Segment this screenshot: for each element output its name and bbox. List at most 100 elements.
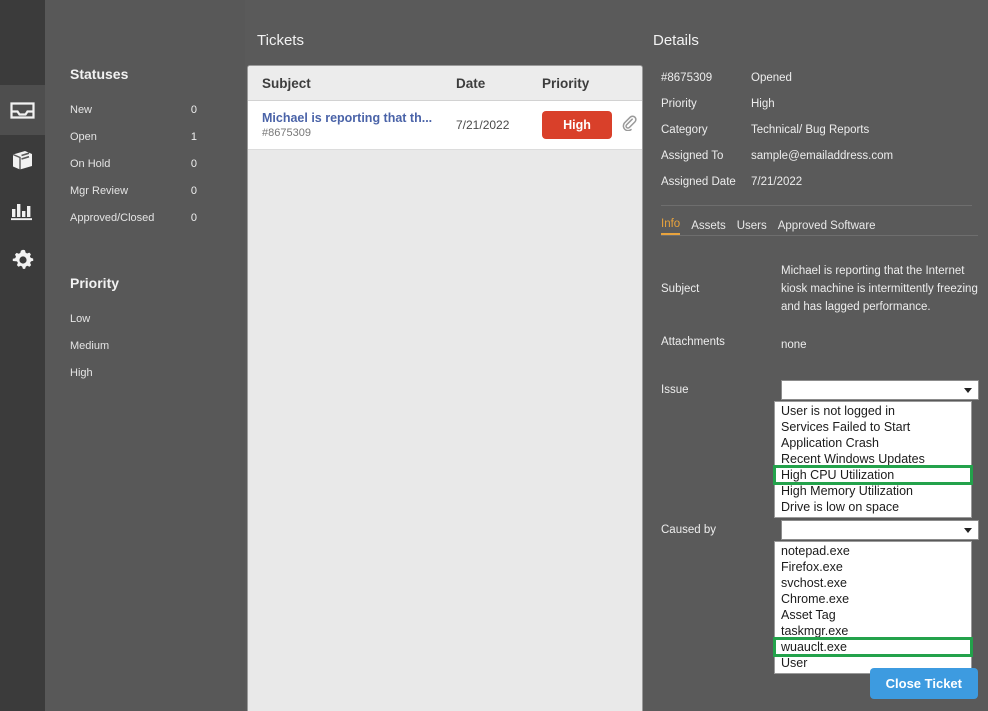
status-filter-new[interactable]: New 0 <box>45 96 245 123</box>
status-label: Approved/Closed <box>70 211 155 224</box>
meta-row-assigned-date: Assigned Date 7/21/2022 <box>661 169 988 195</box>
chevron-down-icon <box>964 388 972 393</box>
field-value: none <box>781 339 807 351</box>
field-attachments: Attachments none <box>661 336 988 354</box>
ticket-date: 7/21/2022 <box>456 118 510 132</box>
priority-filter-medium[interactable]: Medium <box>45 332 245 359</box>
gear-icon <box>11 248 35 272</box>
details-title: Details <box>653 32 699 49</box>
status-filter-approved-closed[interactable]: Approved/Closed 0 <box>45 204 245 231</box>
caused-by-option-highlighted[interactable]: wuauclt.exe <box>773 637 973 657</box>
tabs-divider <box>661 235 978 236</box>
caused-by-dropdown-group: Caused by notepad.exe Firefox.exe svchos… <box>645 520 979 674</box>
ticket-subject-cell[interactable]: Michael is reporting that th... #8675309 <box>248 110 456 141</box>
close-ticket-button[interactable]: Close Ticket <box>869 668 978 699</box>
tab-approved-software[interactable]: Approved Software <box>778 220 876 235</box>
status-filter-on-hold[interactable]: On Hold 0 <box>45 150 245 177</box>
column-header-priority: Priority <box>542 75 590 91</box>
status-count: 0 <box>190 184 197 197</box>
caused-by-option[interactable]: notepad.exe <box>775 543 971 559</box>
status-badge[interactable]: High <box>542 111 612 139</box>
ticket-subject-link[interactable]: Michael is reporting that th... <box>262 110 456 126</box>
issue-option[interactable]: Services Failed to Start <box>775 419 971 435</box>
paperclip-icon[interactable] <box>621 115 637 136</box>
priority-filter-low[interactable]: Low <box>45 305 245 332</box>
status-count: 0 <box>190 157 197 170</box>
caused-by-option[interactable]: svchost.exe <box>775 575 971 591</box>
meta-key: Assigned Date <box>661 176 736 188</box>
icon-rail <box>0 0 45 711</box>
field-value: Michael is reporting that the Internet k… <box>781 265 978 313</box>
statuses-heading: Statuses <box>70 66 129 82</box>
knowledge-base-icon <box>10 149 35 171</box>
issue-select[interactable] <box>781 380 979 400</box>
caused-by-option[interactable]: Asset Tag <box>775 607 971 623</box>
issue-option-list[interactable]: User is not logged in Services Failed to… <box>773 401 973 518</box>
status-count: 0 <box>190 211 197 224</box>
details-tabs: Info Assets Users Approved Software <box>661 218 988 235</box>
meta-key: #8675309 <box>661 72 713 84</box>
meta-key: Category <box>661 124 708 136</box>
issue-option-highlighted[interactable]: High CPU Utilization <box>773 465 973 485</box>
field-subject: Subject Michael is reporting that the In… <box>661 252 988 326</box>
meta-value: sample@emailaddress.com <box>751 150 894 162</box>
status-count: 1 <box>190 130 197 143</box>
chevron-down-icon <box>964 528 972 533</box>
issue-label: Issue <box>661 384 689 396</box>
caused-by-label: Caused by <box>661 524 716 536</box>
field-label: Attachments <box>661 336 725 348</box>
status-label: New <box>70 103 93 116</box>
ticket-meta: #8675309 Opened Priority High Category T… <box>661 65 988 195</box>
tab-info[interactable]: Info <box>661 218 681 235</box>
caused-by-option[interactable]: Chrome.exe <box>775 591 971 607</box>
issue-option[interactable]: Application Crash <box>775 435 971 451</box>
tickets-table-header: Subject Date Priority <box>248 66 642 101</box>
caused-by-option-list[interactable]: notepad.exe Firefox.exe svchost.exe Chro… <box>773 541 973 674</box>
meta-value: Technical/ Bug Reports <box>751 124 870 136</box>
status-label: On Hold <box>70 157 111 170</box>
meta-row-category: Category Technical/ Bug Reports <box>661 117 988 143</box>
status-filter-mgr-review[interactable]: Mgr Review 0 <box>45 177 245 204</box>
issue-option[interactable]: High Memory Utilization <box>775 483 971 499</box>
status-label: Open <box>70 130 97 143</box>
meta-key: Priority <box>661 98 697 110</box>
meta-value: High <box>751 98 775 110</box>
status-filter-open[interactable]: Open 1 <box>45 123 245 150</box>
inbox-icon <box>10 100 35 121</box>
details-divider <box>661 205 972 206</box>
tickets-panel: Subject Date Priority Michael is reporti… <box>247 65 643 711</box>
meta-key: Assigned To <box>661 150 724 162</box>
bar-chart-icon <box>10 200 35 221</box>
caused-by-option[interactable]: taskmgr.exe <box>775 623 971 639</box>
meta-value: 7/21/2022 <box>751 176 803 188</box>
rail-item-knowledge-base[interactable] <box>0 135 45 185</box>
issue-option[interactable]: User is not logged in <box>775 403 971 419</box>
ticket-id: #8675309 <box>262 126 311 139</box>
tickets-title: Tickets <box>257 32 304 49</box>
filters-panel: Statuses New 0 Open 1 On Hold 0 Mgr Revi… <box>45 0 245 711</box>
meta-row-assigned-to: Assigned To sample@emailaddress.com <box>661 143 988 169</box>
table-row[interactable]: Michael is reporting that th... #8675309… <box>248 101 642 150</box>
tab-users[interactable]: Users <box>737 220 767 235</box>
rail-item-settings[interactable] <box>0 235 45 285</box>
priority-filter-high[interactable]: High <box>45 359 245 386</box>
priority-heading: Priority <box>70 275 120 291</box>
rail-item-inbox[interactable] <box>0 85 45 135</box>
issue-option[interactable]: Drive is low on space <box>775 499 971 515</box>
status-count: 0 <box>190 103 197 116</box>
issue-option[interactable]: Recent Windows Updates <box>775 451 971 467</box>
status-label: Mgr Review <box>70 184 129 197</box>
caused-by-select[interactable] <box>781 520 979 540</box>
ticket-priority-cell: High <box>542 111 642 139</box>
tab-assets[interactable]: Assets <box>691 220 726 235</box>
column-header-subject: Subject <box>262 75 311 91</box>
rail-item-reports[interactable] <box>0 185 45 235</box>
column-header-date: Date <box>456 75 486 91</box>
meta-row-ticket-id: #8675309 Opened <box>661 65 988 91</box>
field-label: Subject <box>661 283 700 295</box>
meta-row-priority: Priority High <box>661 91 988 117</box>
tickets-column: Tickets Subject Date Priority Michael is… <box>245 0 645 711</box>
issue-dropdown-group: Issue User is not logged in Services Fai… <box>645 380 979 520</box>
details-column: Details #8675309 Opened Priority High Ca… <box>645 0 988 711</box>
caused-by-option[interactable]: Firefox.exe <box>775 559 971 575</box>
